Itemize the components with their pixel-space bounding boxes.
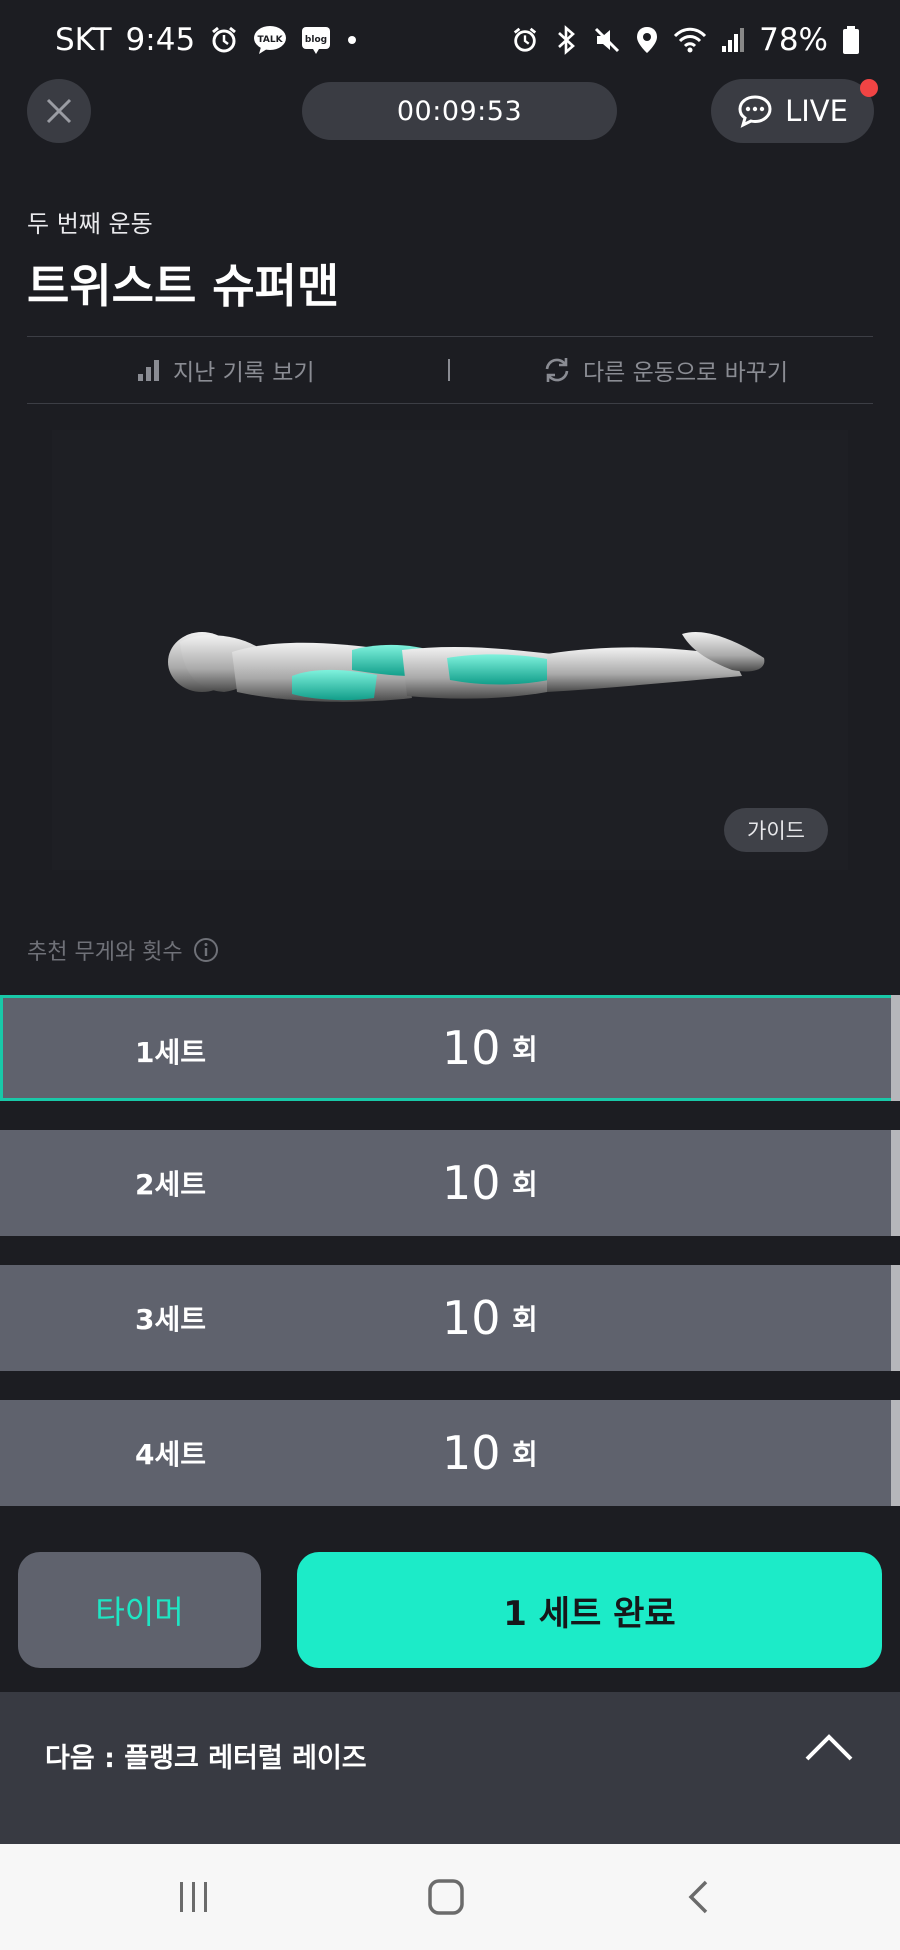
- battery-percent: 78%: [759, 22, 828, 58]
- status-bar: SKT 9:45 TALK blog 78%: [0, 0, 900, 80]
- live-chat-button[interactable]: LIVE: [711, 79, 874, 143]
- rep-unit: 회: [512, 1168, 538, 1201]
- exercise-illustration: [52, 430, 848, 870]
- chat-bubble-icon: [738, 95, 772, 128]
- home-button[interactable]: [386, 1844, 506, 1950]
- back-button[interactable]: [638, 1844, 758, 1950]
- recent-apps-button[interactable]: [134, 1844, 254, 1950]
- workout-screen: SKT 9:45 TALK blog 78% 00:09:53 LIVE 두 번…: [0, 0, 900, 1950]
- exercise-action-row: 지난 기록 보기 다른 운동으로 바꾸기: [27, 336, 873, 404]
- set-row[interactable]: 2세트 10 회: [0, 1130, 900, 1236]
- live-label: LIVE: [785, 94, 848, 128]
- view-history-button[interactable]: 지난 기록 보기: [137, 337, 315, 403]
- swap-exercise-label: 다른 운동으로 바꾸기: [583, 360, 789, 386]
- system-nav-bar: [0, 1844, 900, 1950]
- chevron-up-icon[interactable]: [804, 1732, 854, 1762]
- back-icon: [688, 1880, 708, 1914]
- rep-count[interactable]: 10: [442, 995, 501, 1101]
- info-icon[interactable]: [193, 937, 219, 963]
- exercise-order-label: 두 번째 운동: [27, 210, 153, 238]
- rep-count[interactable]: 10: [442, 1130, 501, 1236]
- recommendation-label-row: 추천 무게와 횟수: [27, 934, 219, 966]
- set-row[interactable]: 1세트 10 회: [0, 995, 900, 1101]
- set-label: 1세트: [135, 1036, 207, 1069]
- notification-dot: [860, 79, 878, 97]
- recommendation-label: 추천 무게와 횟수: [27, 940, 183, 965]
- set-row[interactable]: 4세트 10 회: [0, 1400, 900, 1506]
- battery-icon: [842, 25, 860, 55]
- kakaotalk-icon: TALK: [253, 25, 287, 55]
- blog-icon: blog: [301, 25, 331, 55]
- mute-icon: [593, 26, 621, 54]
- row-scroll-handle: [891, 1400, 900, 1506]
- set-row[interactable]: 3세트 10 회: [0, 1265, 900, 1371]
- alarm-icon: [209, 25, 239, 55]
- set-label: 3세트: [135, 1303, 207, 1336]
- set-label: 4세트: [135, 1438, 207, 1471]
- elapsed-timer: 00:09:53: [302, 82, 617, 140]
- swap-exercise-button[interactable]: 다른 운동으로 바꾸기: [543, 337, 788, 403]
- bar-chart-icon: [138, 360, 159, 381]
- wifi-icon: [673, 26, 707, 54]
- location-icon: [635, 25, 659, 55]
- status-bar-left: SKT 9:45 TALK blog: [55, 22, 359, 58]
- rep-count[interactable]: 10: [442, 1400, 501, 1506]
- superman-figure-illustration: [168, 632, 765, 702]
- complete-set-button[interactable]: 1 세트 완료: [297, 1552, 882, 1668]
- action-separator: [448, 359, 450, 381]
- recent-apps-icon: [180, 1882, 207, 1912]
- rep-count[interactable]: 10: [442, 1265, 501, 1371]
- timer-button[interactable]: 타이머: [18, 1552, 261, 1668]
- talk-badge-text: TALK: [258, 35, 284, 45]
- carrier-label: SKT: [55, 22, 112, 58]
- close-icon: [46, 98, 72, 124]
- signal-icon: [721, 26, 745, 54]
- bluetooth-icon: [553, 25, 579, 55]
- rep-unit: 회: [512, 1303, 538, 1336]
- refresh-icon: [545, 358, 569, 382]
- row-scroll-handle: [891, 1265, 900, 1371]
- home-icon: [428, 1879, 464, 1915]
- alarm-icon: [511, 26, 539, 54]
- dot-icon: [345, 33, 359, 47]
- guide-button[interactable]: 가이드: [724, 808, 828, 852]
- rep-unit: 회: [512, 1438, 538, 1471]
- set-label: 2세트: [135, 1168, 207, 1201]
- next-exercise-bar[interactable]: 다음 : 플랭크 레터럴 레이즈: [0, 1692, 900, 1844]
- blog-badge-text: blog: [305, 35, 327, 45]
- row-scroll-handle: [891, 1130, 900, 1236]
- exercise-title: 트위스트 슈퍼맨: [27, 259, 340, 313]
- rep-unit: 회: [512, 1033, 538, 1066]
- view-history-label: 지난 기록 보기: [173, 360, 315, 386]
- next-exercise-label: 다음 : 플랭크 레터럴 레이즈: [45, 1742, 367, 1774]
- row-scroll-handle: [891, 995, 900, 1101]
- status-bar-right: 78%: [511, 22, 860, 58]
- close-button[interactable]: [27, 79, 91, 143]
- clock: 9:45: [125, 22, 196, 58]
